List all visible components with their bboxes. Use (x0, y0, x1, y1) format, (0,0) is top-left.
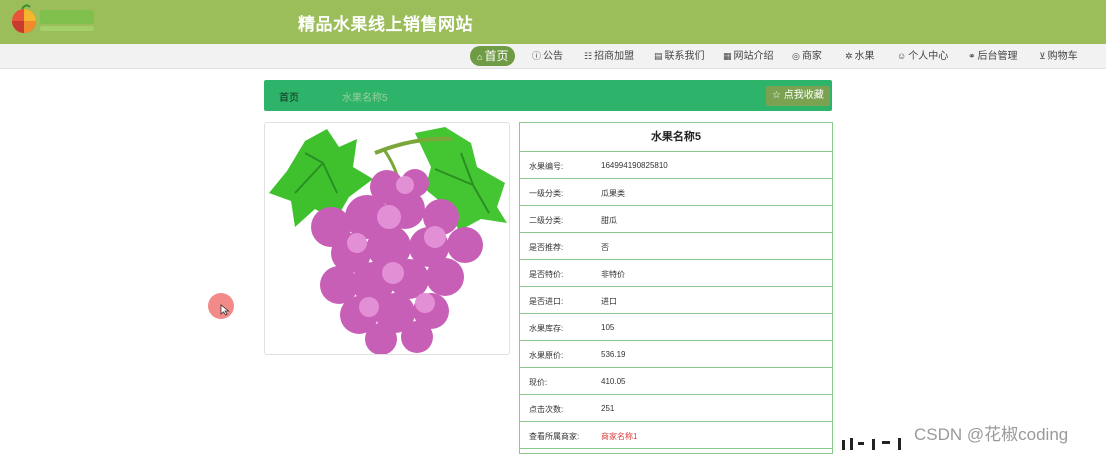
nav-label-home: 首页 (484, 49, 509, 63)
detail-value: 瓜果类 (601, 189, 625, 198)
breadcrumb-home-link[interactable]: 首页 (279, 89, 299, 104)
nav-label-join: 招商加盟 (594, 51, 635, 62)
detail-value: 410.05 (601, 377, 626, 386)
favorite-button-label: 点我收藏 (783, 90, 824, 101)
detail-row-imported: 是否进口: 进口 (520, 287, 832, 314)
detail-value: 105 (601, 323, 615, 332)
nav-item-merchant[interactable]: ◎ 商家 (792, 48, 822, 64)
merchant-link[interactable]: 商家名称1 (601, 431, 637, 442)
main-navigation: ⌂ 首页 ⓘ 公告 ☷ 招商加盟 ▤ 联系我们 ▦ 网站介绍 ◎ 商家 ✲ 水果 ☺ 个人中心 … (0, 44, 1106, 69)
site-header: 精品水果线上销售网站 (0, 0, 1106, 44)
breadcrumb: 首页 水果名称5 ☆ 点我收藏 (264, 80, 832, 111)
product-title: 水果名称5 (520, 123, 832, 152)
detail-row-original-price: 水果原价: 536.19 (520, 341, 832, 368)
site-title: 精品水果线上销售网站 (298, 15, 473, 34)
nav-label-contact: 联系我们 (664, 51, 705, 62)
detail-value: 164994190825810 (601, 161, 668, 170)
nav-item-admin[interactable]: ⚭ 后台管理 (968, 48, 1018, 64)
detail-row-special-price: 是否特价: 非特价 (520, 260, 832, 287)
nav-label-fruit: 水果 (854, 51, 875, 62)
notice-icon: ⓘ (532, 51, 542, 61)
nav-label-cart: 购物车 (1047, 51, 1078, 62)
detail-label: 是否特价: (529, 270, 564, 279)
grapes-image (269, 127, 507, 354)
detail-label: 是否推荐: (529, 243, 564, 252)
detail-value: 251 (601, 404, 615, 413)
nav-item-join[interactable]: ☷ 招商加盟 (584, 48, 634, 64)
nav-label-merchant: 商家 (801, 51, 822, 62)
detail-row-primary-category: 一级分类: 瓜果类 (520, 179, 832, 206)
contact-icon: ▤ (654, 51, 663, 61)
link-icon: ⚭ (968, 51, 976, 61)
fruit-logo-icon[interactable] (8, 4, 98, 38)
nav-item-user-center[interactable]: ☺ 个人中心 (897, 48, 948, 64)
watermark: CSDN @花椒coding (914, 425, 1069, 444)
nav-item-notice[interactable]: ⓘ 公告 (532, 48, 563, 64)
detail-value: 进口 (601, 297, 617, 306)
user-icon: ☺ (897, 51, 907, 61)
detail-row-merchant: 查看所属商家: 商家名称1 (520, 422, 832, 449)
detail-label: 二级分类: (529, 216, 564, 225)
detail-row-click-count: 点击次数: 251 (520, 395, 832, 422)
detail-value: 非特价 (601, 270, 625, 279)
favorite-button[interactable]: ☆ 点我收藏 (766, 86, 830, 106)
detail-label: 是否进口: (529, 297, 564, 306)
home-icon: ⌂ (477, 52, 483, 62)
detail-row-stock: 水果库存: 105 (520, 314, 832, 341)
detail-row-current-price: 现价: 410.05 (520, 368, 832, 395)
detail-label: 查看所属商家: (529, 432, 580, 441)
product-detail-panel: 水果名称5 水果编号: 164994190825810 一级分类: 瓜果类 二级… (519, 122, 833, 454)
join-icon: ☷ (584, 51, 593, 61)
detail-value: 否 (601, 243, 609, 252)
cropped-edge-content (842, 438, 901, 450)
detail-label: 现价: (529, 378, 548, 387)
nav-item-contact[interactable]: ▤ 联系我们 (654, 48, 705, 64)
breadcrumb-current: 水果名称5 (342, 93, 388, 104)
product-image (264, 122, 510, 355)
detail-value: 536.19 (601, 350, 626, 359)
detail-label: 水果原价: (529, 351, 564, 360)
merchant-icon: ◎ (792, 51, 800, 61)
detail-row-fruit-number: 水果编号: 164994190825810 (520, 152, 832, 179)
site-intro-icon: ▦ (723, 51, 732, 61)
nav-label-user-center: 个人中心 (908, 51, 949, 62)
fruit-icon: ✲ (845, 51, 853, 61)
detail-label: 一级分类: (529, 189, 564, 198)
nav-item-home[interactable]: ⌂ 首页 (470, 46, 516, 66)
cart-icon: ⊻ (1039, 51, 1046, 61)
mouse-cursor-icon (220, 304, 230, 316)
nav-label-notice: 公告 (543, 51, 564, 62)
nav-item-fruit[interactable]: ✲ 水果 (845, 48, 875, 64)
nav-item-site-intro[interactable]: ▦ 网站介绍 (723, 48, 774, 64)
detail-row-recommended: 是否推荐: 否 (520, 233, 832, 260)
star-icon: ☆ (772, 90, 781, 101)
detail-value: 甜瓜 (601, 216, 617, 225)
nav-label-site-intro: 网站介绍 (733, 51, 774, 62)
nav-item-cart[interactable]: ⊻ 购物车 (1039, 48, 1078, 64)
detail-label: 水果编号: (529, 162, 564, 171)
detail-label: 水果库存: (529, 324, 564, 333)
detail-row-secondary-category: 二级分类: 甜瓜 (520, 206, 832, 233)
nav-label-admin: 后台管理 (977, 51, 1018, 62)
detail-label: 点击次数: (529, 405, 564, 414)
